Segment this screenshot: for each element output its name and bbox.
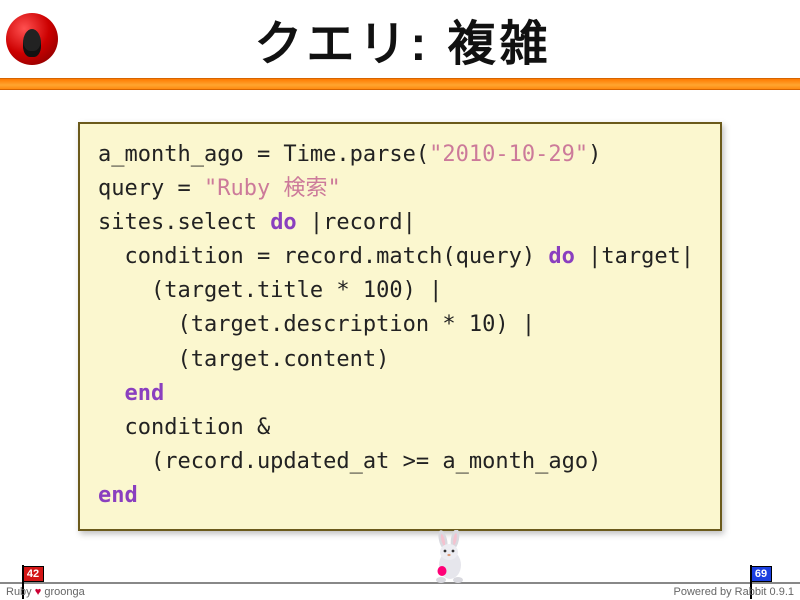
page-current-flag: 42 bbox=[22, 566, 44, 582]
divider-bar bbox=[0, 78, 800, 90]
footer: Ruby ♥ groonga Powered by Rabbit 0.9.1 bbox=[0, 578, 800, 600]
page-total: 69 bbox=[755, 568, 767, 580]
footer-left-b: groonga bbox=[41, 586, 84, 598]
code-l5: (target.title * 100) | bbox=[98, 278, 442, 303]
code-l1c: ) bbox=[588, 142, 601, 167]
code-l6: (target.description * 10) | bbox=[98, 312, 535, 337]
code-l11-kw: end bbox=[98, 483, 138, 508]
code-block: a_month_ago = Time.parse("2010-10-29") q… bbox=[78, 122, 722, 531]
code-l10: (record.updated_at >= a_month_ago) bbox=[98, 449, 601, 474]
header: クエリ: 複雑 bbox=[0, 0, 800, 78]
page-total-flag: 69 bbox=[750, 566, 772, 582]
code-l8-kw: end bbox=[125, 381, 165, 406]
footer-left: Ruby ♥ groonga bbox=[6, 586, 85, 598]
slide-title: クエリ: 複雑 bbox=[58, 4, 800, 74]
code-l9: condition & bbox=[98, 415, 270, 440]
logo-icon bbox=[6, 13, 58, 65]
code-l4a: condition = record.match(query) bbox=[98, 244, 548, 269]
code-l8 bbox=[98, 381, 125, 406]
code-l7: (target.content) bbox=[98, 347, 389, 372]
footer-left-a: Ruby bbox=[6, 586, 35, 598]
code-l3b: |record| bbox=[297, 210, 416, 235]
code-l4-kw: do bbox=[548, 244, 575, 269]
rabbit-icon bbox=[428, 530, 474, 586]
code-l2-str: "Ruby 検索" bbox=[204, 176, 341, 201]
slide: クエリ: 複雑 a_month_ago = Time.parse("2010-1… bbox=[0, 0, 800, 600]
code-l3a: sites.select bbox=[98, 210, 270, 235]
page-current: 42 bbox=[27, 568, 39, 580]
code-l1a: a_month_ago = Time.parse( bbox=[98, 142, 429, 167]
code-l4b: |target| bbox=[575, 244, 694, 269]
content-area: a_month_ago = Time.parse("2010-10-29") q… bbox=[0, 90, 800, 531]
code-l3-kw: do bbox=[270, 210, 297, 235]
code-l1-str: "2010-10-29" bbox=[429, 142, 588, 167]
footer-right: Powered by Rabbit 0.9.1 bbox=[674, 586, 794, 598]
code-l2a: query = bbox=[98, 176, 204, 201]
